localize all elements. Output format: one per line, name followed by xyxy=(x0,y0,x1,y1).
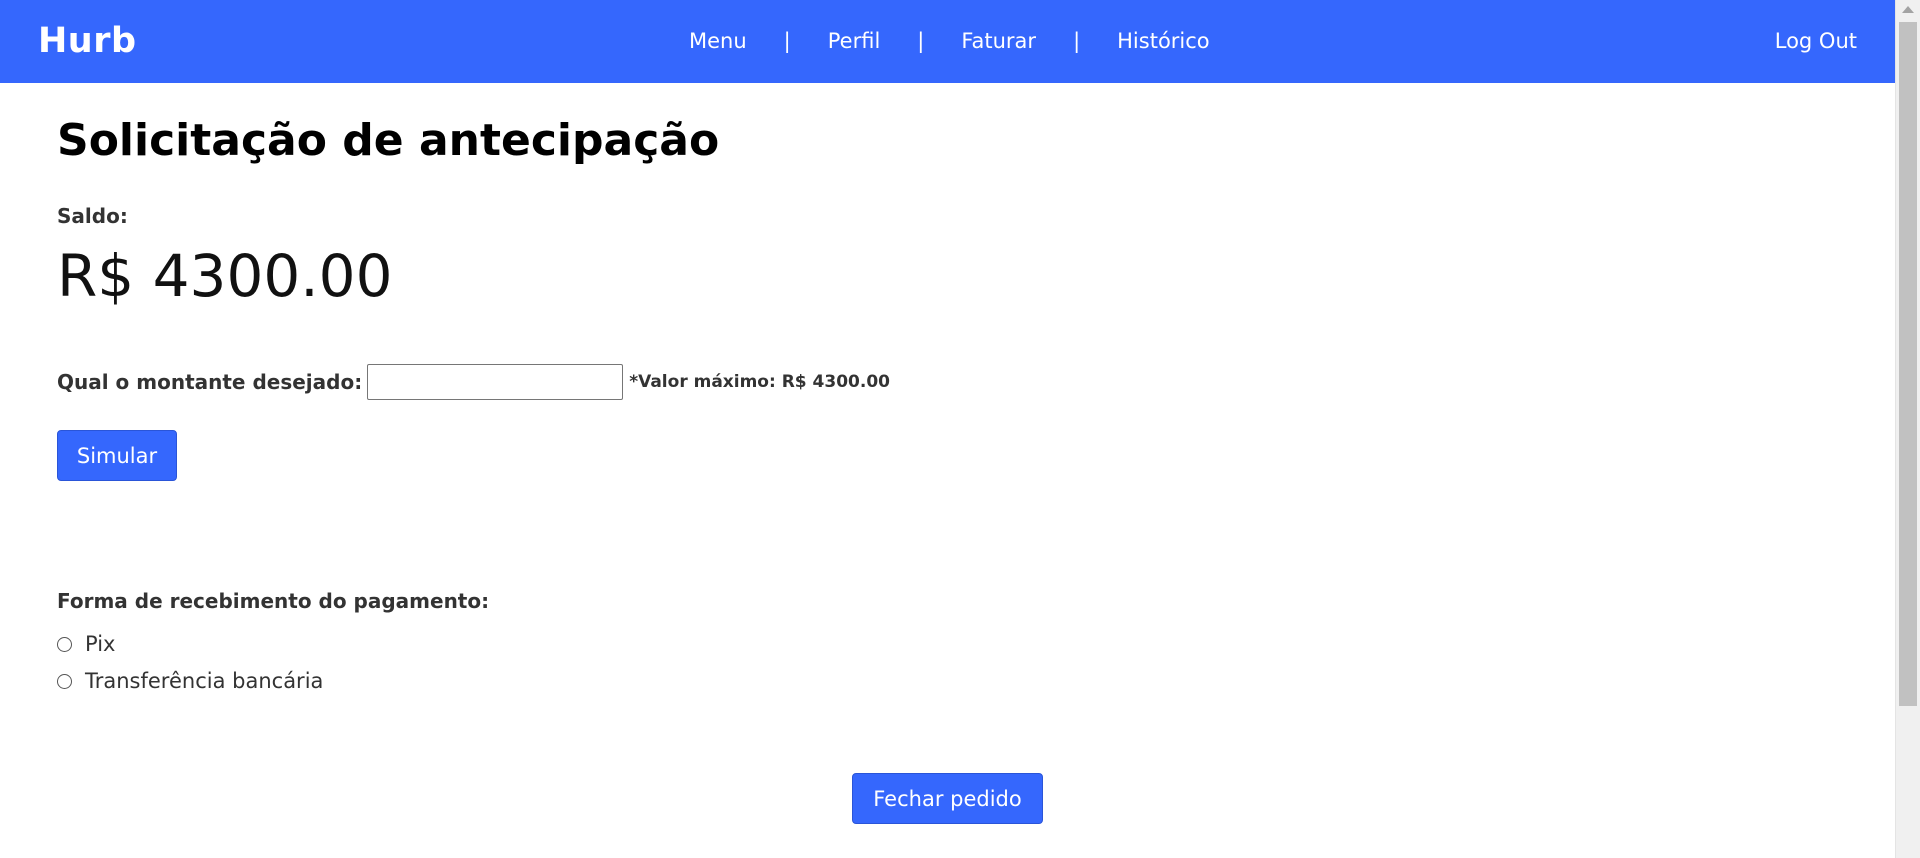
radio-button-pix[interactable] xyxy=(57,636,72,652)
brand-logo[interactable]: Hurb xyxy=(38,18,137,64)
vertical-scrollbar[interactable] xyxy=(1895,0,1920,858)
nav-link-perfil[interactable]: Perfil xyxy=(828,29,881,53)
payment-option-bank-transfer[interactable]: Transferência bancária xyxy=(57,669,323,693)
max-value-note: *Valor máximo: R$ 4300.00 xyxy=(629,372,890,392)
nav-separator: | xyxy=(1073,29,1081,53)
payment-option-pix[interactable]: Pix xyxy=(57,632,115,656)
page-title: Solicitação de antecipação xyxy=(57,115,720,166)
top-navbar: Hurb Menu | Perfil | Faturar | Histórico… xyxy=(0,0,1895,83)
balance-label: Saldo: xyxy=(57,204,128,228)
balance-value: R$ 4300.00 xyxy=(57,242,393,310)
amount-label: Qual o montante desejado: xyxy=(57,370,363,394)
nav-link-menu[interactable]: Menu xyxy=(689,29,747,53)
payment-method-label: Forma de recebimento do pagamento: xyxy=(57,589,490,613)
simulate-button[interactable]: Simular xyxy=(57,430,177,481)
logout-link[interactable]: Log Out xyxy=(1775,26,1857,56)
page: Hurb Menu | Perfil | Faturar | Histórico… xyxy=(0,0,1920,858)
scrollbar-thumb[interactable] xyxy=(1899,22,1917,706)
close-order-button[interactable]: Fechar pedido xyxy=(852,773,1043,824)
amount-input[interactable] xyxy=(367,364,624,400)
amount-row: Qual o montante desejado: *Valor máximo:… xyxy=(57,364,890,400)
nav-separator: | xyxy=(783,29,791,53)
payment-option-label: Transferência bancária xyxy=(85,669,324,693)
radio-button-bank-transfer[interactable] xyxy=(57,673,72,689)
nav-separator: | xyxy=(917,29,925,53)
nav-link-faturar[interactable]: Faturar xyxy=(961,29,1036,53)
nav-links: Menu | Perfil | Faturar | Histórico xyxy=(689,26,1210,56)
nav-link-historico[interactable]: Histórico xyxy=(1117,29,1210,53)
payment-option-label: Pix xyxy=(85,632,116,656)
scroll-up-arrow-icon[interactable] xyxy=(1902,6,1914,13)
